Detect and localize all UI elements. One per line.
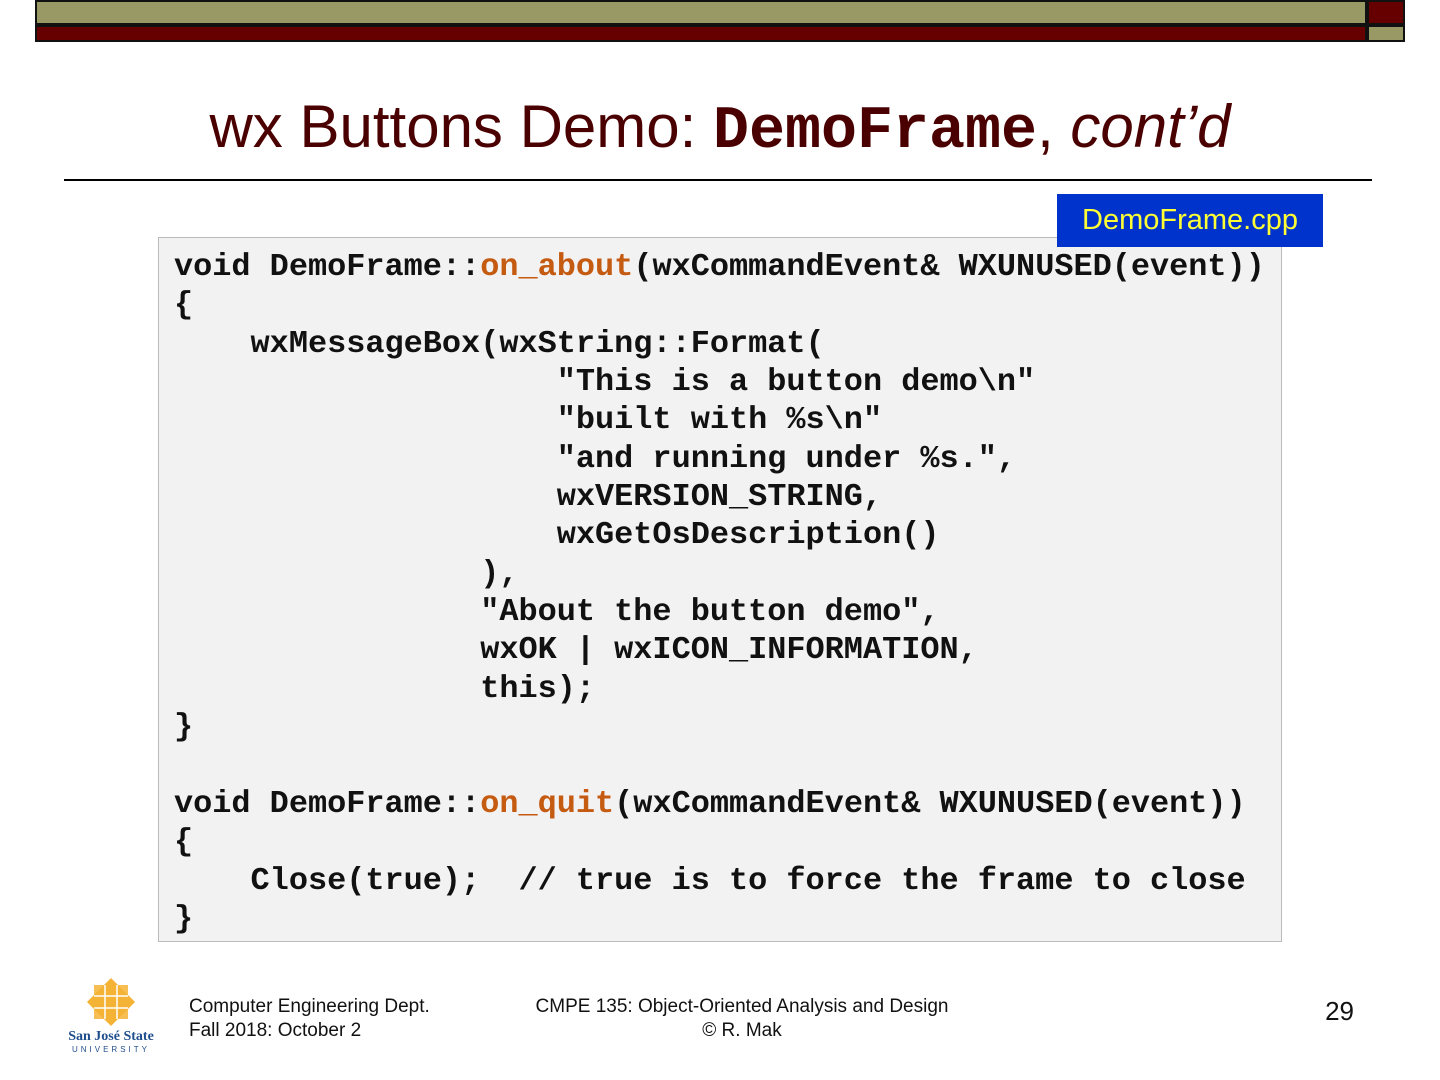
header-square-maroon: [1367, 0, 1405, 25]
title-divider: [64, 179, 1372, 181]
code-block: void DemoFrame::on_about(wxCommandEvent&…: [158, 237, 1282, 942]
header-bar-olive: [35, 0, 1367, 25]
svg-text:San José State: San José State: [68, 1029, 154, 1044]
slide-title: wx Buttons Demo: DemoFrame, cont’d: [209, 93, 1231, 166]
file-name-tag: DemoFrame.cpp: [1057, 194, 1323, 247]
header-square-olive: [1367, 25, 1405, 42]
svg-text:UNIVERSITY: UNIVERSITY: [72, 1045, 150, 1054]
sjsu-logo: San José State UNIVERSITY: [68, 977, 154, 1054]
footer-center: CMPE 135: Object-Oriented Analysis and D…: [535, 996, 949, 1041]
page-number: 29: [1325, 996, 1354, 1026]
header-bar-maroon: [35, 25, 1367, 42]
footer-left: Computer Engineering Dept. Fall 2018: Oct…: [189, 996, 430, 1041]
